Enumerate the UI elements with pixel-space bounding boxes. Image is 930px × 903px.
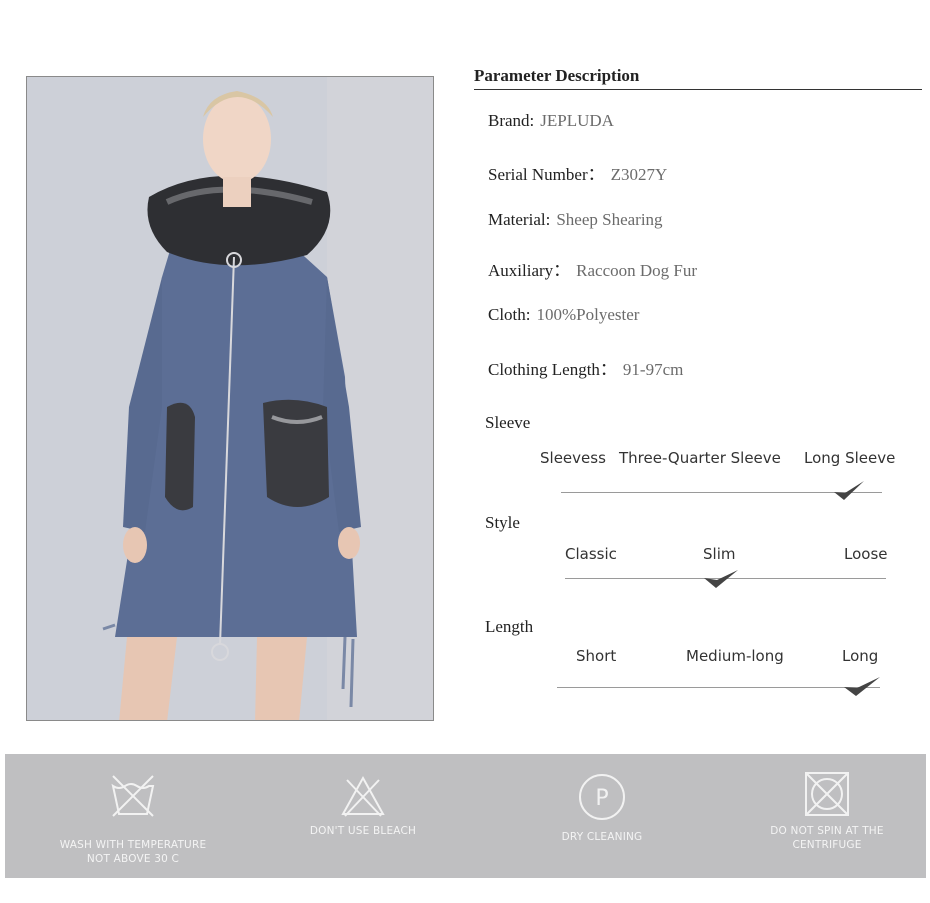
title-divider <box>474 89 922 90</box>
care-item-bleach: DON'T USE BLEACH <box>263 754 463 878</box>
style-check-icon <box>704 570 738 588</box>
param-brand: Brand: JEPLUDA <box>488 111 614 131</box>
style-option-loose: Loose <box>844 545 888 563</box>
sleeve-option-three-quarter: Three-Quarter Sleeve <box>619 449 781 467</box>
param-serial-number: Serial Number： Z3027Y <box>488 160 667 185</box>
style-option-classic: Classic <box>565 545 617 563</box>
param-material: Material: Sheep Shearing <box>488 210 663 230</box>
param-label: Auxiliary： <box>488 261 571 280</box>
tumble-dry-crossed-icon <box>805 772 849 816</box>
sleeve-scale-title: Sleeve <box>485 413 531 432</box>
param-label: Material: <box>488 210 551 229</box>
care-item-spin: DO NOT SPIN AT THE CENTRIFUGE <box>727 754 927 878</box>
care-text-wash: WASH WITH TEMPERATURE NOT ABOVE 30 C <box>33 824 233 866</box>
param-label: Brand: <box>488 111 535 130</box>
product-photo <box>26 76 434 721</box>
param-label: Cloth: <box>488 305 531 324</box>
bleach-triangle-crossed-icon <box>341 775 385 817</box>
param-auxiliary: Auxiliary： Raccoon Dog Fur <box>488 256 697 281</box>
style-option-slim: Slim <box>703 545 736 563</box>
sleeve-option-long: Long Sleeve <box>804 449 896 467</box>
care-instructions-band: WASH WITH TEMPERATURE NOT ABOVE 30 C DON… <box>5 754 926 878</box>
sleeve-option-sleeveless: Sleevess <box>540 449 606 467</box>
length-option-medium-long: Medium-long <box>686 647 784 665</box>
coat-model-illustration <box>27 77 433 720</box>
param-cloth: Cloth: 100%Polyester <box>488 305 639 325</box>
care-text-spin: DO NOT SPIN AT THE CENTRIFUGE <box>770 825 884 851</box>
care-text-bleach: DON'T USE BLEACH <box>309 825 417 837</box>
param-value: JEPLUDA <box>540 111 614 130</box>
param-value: Z3027Y <box>610 165 668 184</box>
style-scale-title: Style <box>485 513 520 532</box>
length-option-long: Long <box>842 647 879 665</box>
length-scale-title: Length <box>485 617 534 636</box>
param-value: 100%Polyester <box>536 305 640 324</box>
length-scale-line <box>557 687 880 688</box>
length-check-icon <box>844 677 880 696</box>
care-item-dry-clean: P DRY CLEANING <box>502 754 702 878</box>
care-text-wash-line1: WASH WITH TEMPERATURE NOT ABOVE 30 C <box>59 839 207 865</box>
care-item-wash: WASH WITH TEMPERATURE NOT ABOVE 30 C <box>33 754 233 878</box>
param-label: Serial Number： <box>488 165 605 184</box>
param-value: Sheep Shearing <box>556 210 663 229</box>
param-value: Raccoon Dog Fur <box>576 261 698 280</box>
param-value: 91-97cm <box>622 360 684 379</box>
dry-clean-p-circle-icon: P <box>579 774 625 820</box>
svg-text:P: P <box>595 786 608 811</box>
care-text-dry-clean: DRY CLEANING <box>561 831 643 843</box>
param-label: Clothing Length： <box>488 360 617 379</box>
parameter-description-title: Parameter Description <box>474 66 640 85</box>
sleeve-check-icon <box>834 481 864 500</box>
length-option-short: Short <box>576 647 617 665</box>
param-clothing-length: Clothing Length： 91-97cm <box>488 355 683 380</box>
wash-tub-crossed-icon <box>111 775 155 817</box>
